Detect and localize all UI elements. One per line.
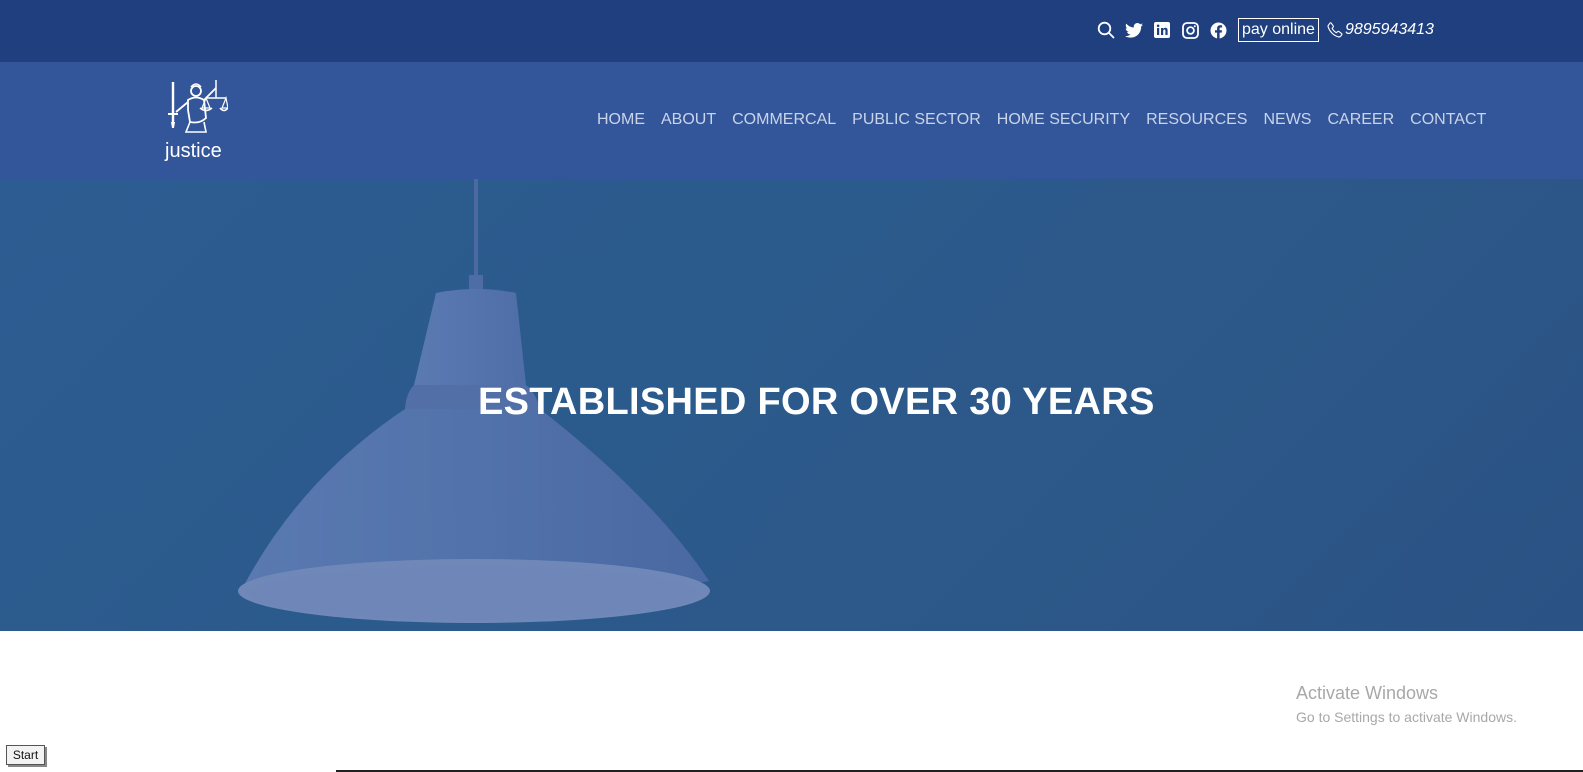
twitter-icon[interactable] [1120,17,1148,43]
nav-item-home[interactable]: HOME [597,110,645,130]
nav-item-home-security[interactable]: HOME SECURITY [997,110,1130,130]
linkedin-icon[interactable] [1148,17,1176,43]
nav-item-contact[interactable]: CONTACT [1410,110,1486,130]
hero-title: ESTABLISHED FOR OVER 30 YEARS [478,381,1155,423]
top-utility-bar: pay online 9895943413 [0,0,1583,62]
nav-item-resources[interactable]: RESOURCES [1146,110,1247,130]
nav-item-public-sector[interactable]: PUBLIC SECTOR [852,110,981,130]
lady-justice-icon [168,80,228,133]
phone-number: 9895943413 [1344,21,1434,38]
hero-banner: ESTABLISHED FOR OVER 30 YEARS [0,179,1583,631]
activate-windows-watermark: Activate Windows Go to Settings to activ… [1296,682,1517,728]
phone-icon [1327,22,1343,38]
pay-online-button[interactable]: pay online [1238,18,1319,42]
main-nav: HOME ABOUT COMMERCAL PUBLIC SECTOR HOME … [597,110,1502,130]
instagram-icon[interactable] [1176,17,1204,43]
start-button[interactable]: Start [6,745,45,765]
nav-item-news[interactable]: NEWS [1263,110,1311,130]
facebook-icon[interactable] [1204,17,1232,43]
nav-item-career[interactable]: CAREER [1327,110,1394,130]
topbar-actions: pay online 9895943413 [1092,17,1434,43]
main-header: justice HOME ABOUT COMMERCAL PUBLIC SECT… [0,62,1583,179]
search-icon[interactable] [1092,17,1120,43]
phone-link[interactable]: 9895943413 [1327,21,1434,39]
nav-item-about[interactable]: ABOUT [661,110,716,130]
watermark-title: Activate Windows [1296,683,1439,703]
watermark-subtitle: Go to Settings to activate Windows. [1296,709,1517,725]
nav-item-commercal[interactable]: COMMERCAL [732,110,836,130]
logo-text: justice [165,140,222,162]
